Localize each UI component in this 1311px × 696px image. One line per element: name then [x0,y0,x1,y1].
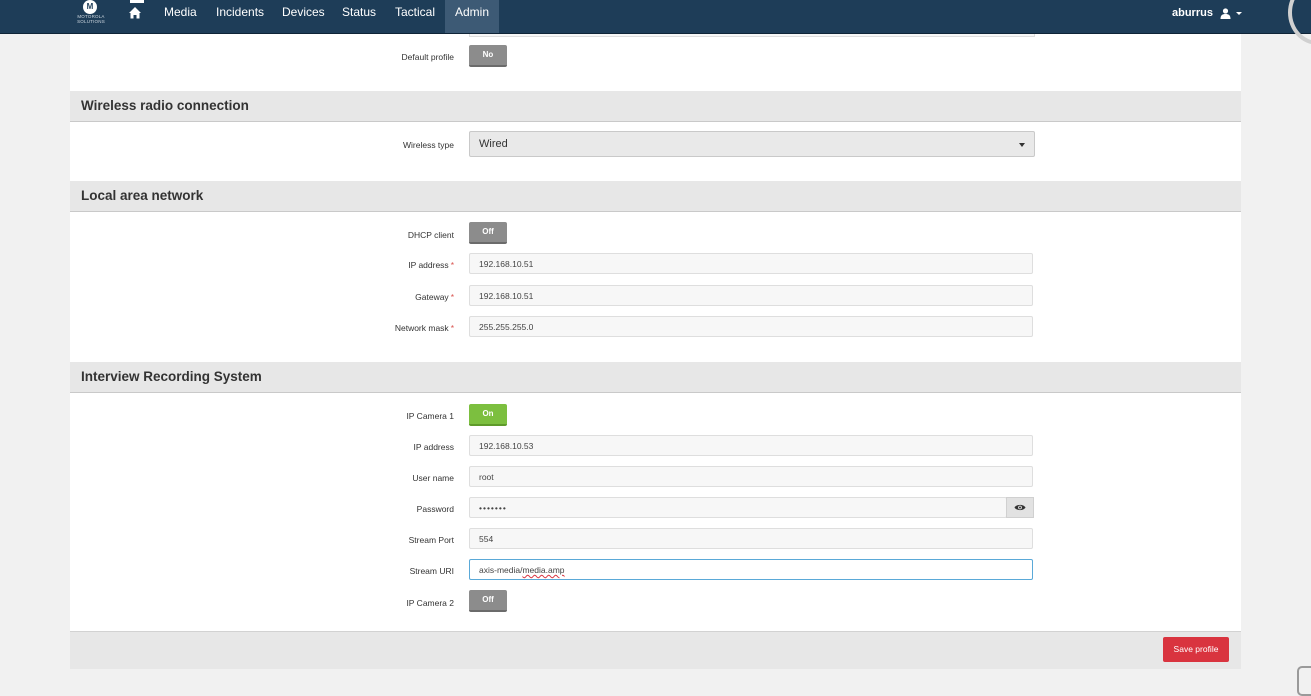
nav-devices[interactable]: Devices [272,0,335,33]
chevron-down-icon [1019,143,1025,147]
gateway-label: Gateway * [415,292,454,302]
gateway-input[interactable]: 192.168.10.51 [469,285,1033,306]
logo-text: MOTOROLA SOLUTIONS [77,14,105,24]
nav-media[interactable]: Media [154,0,207,33]
wireless-section-header: Wireless radio connection [70,91,1241,122]
wireless-type-label: Wireless type [402,140,454,150]
lan-section-header: Local area network [70,181,1241,212]
password-input[interactable]: ••••••• [469,497,1007,518]
nav-incidents[interactable]: Incidents [206,0,274,33]
nav-admin[interactable]: Admin [445,0,500,33]
lan-section-title: Local area network [81,188,204,203]
lan-ip-label: IP address * [408,260,454,270]
user-name-input[interactable]: root [469,466,1033,487]
save-profile-button[interactable]: Save profile [1163,637,1229,662]
password-label: Password [416,504,454,514]
wireless-type-value: Wired [479,138,508,150]
user-name: aburrus [1172,7,1213,19]
ip-camera-2-label: IP Camera 2 [406,598,454,608]
camera-ip-input[interactable]: 192.168.10.53 [469,435,1033,456]
user-icon [1220,7,1231,19]
stream-port-label: Stream Port [408,535,454,545]
nav-tactical[interactable]: Tactical [385,0,445,33]
stream-port-input[interactable]: 554 [469,528,1033,549]
eye-icon [1014,504,1026,511]
top-navbar: M MOTOROLA SOLUTIONS Media Incidents Dev… [0,0,1311,34]
decorative-arc [1288,0,1311,45]
ip-camera-1-label: IP Camera 1 [406,411,454,421]
dhcp-toggle[interactable]: Off [469,222,507,244]
dhcp-label: DHCP client [407,230,454,240]
previous-field-remnant [469,34,1035,37]
form-footer [70,631,1241,669]
network-mask-label: Network mask * [394,323,454,333]
wireless-section-title: Wireless radio connection [81,98,249,113]
ip-camera-1-toggle[interactable]: On [469,404,507,426]
decorative-corner [1297,666,1311,696]
user-name-label: User name [412,473,454,483]
irs-section-title: Interview Recording System [81,369,262,384]
chevron-down-icon [1236,11,1243,15]
network-mask-input[interactable]: 255.255.255.0 [469,316,1033,337]
logo-mark: M [83,0,97,14]
default-profile-toggle[interactable]: No [469,45,507,67]
home-active-marker [130,0,144,3]
user-menu[interactable]: aburrus [1172,0,1243,26]
stream-uri-input[interactable]: axis-media/media.amp [469,559,1033,580]
irs-section-header: Interview Recording System [70,362,1241,393]
show-password-button[interactable] [1006,497,1034,518]
camera-ip-label: IP address [413,442,454,452]
stream-uri-label: Stream URI [409,566,454,576]
motorola-logo[interactable]: M MOTOROLA SOLUTIONS [73,0,109,30]
wireless-type-select[interactable]: Wired [469,131,1035,157]
default-profile-label: Default profile [401,52,454,62]
ip-camera-2-toggle[interactable]: Off [469,590,507,612]
nav-status[interactable]: Status [332,0,386,33]
lan-ip-input[interactable]: 192.168.10.51 [469,253,1033,274]
home-icon[interactable] [128,6,142,20]
